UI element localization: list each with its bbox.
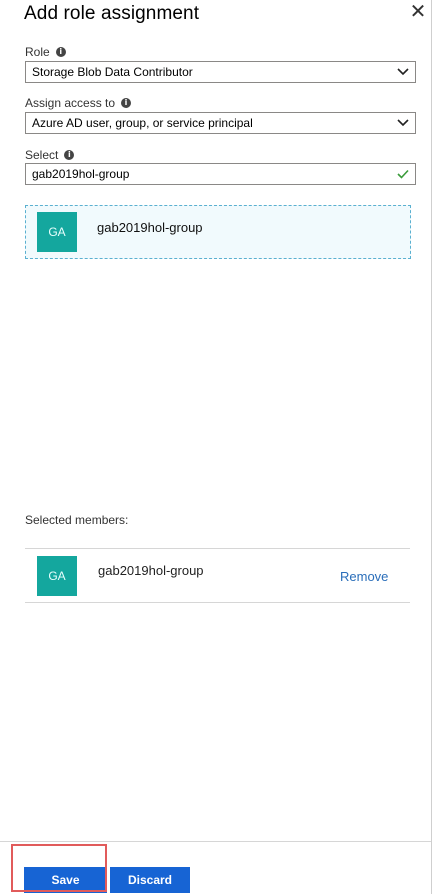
chevron-down-icon (397, 62, 409, 82)
select-input-value: gab2019hol-group (32, 167, 130, 181)
assign-access-label-group: Assign access to i (25, 96, 132, 110)
select-search-input[interactable]: gab2019hol-group (25, 163, 416, 185)
role-label-group: Role i (25, 45, 66, 59)
role-value: Storage Blob Data Contributor (32, 65, 193, 79)
role-label: Role (25, 45, 50, 59)
select-label: Select (25, 148, 59, 162)
close-icon[interactable]: ✕ (408, 2, 428, 23)
info-icon[interactable]: i (121, 98, 132, 108)
panel-title: Add role assignment (24, 3, 200, 24)
selected-member-name: gab2019hol-group (98, 563, 204, 578)
info-icon[interactable]: i (64, 150, 75, 160)
chevron-down-icon (397, 113, 409, 133)
assign-access-value: Azure AD user, group, or service princip… (32, 116, 253, 130)
role-dropdown[interactable]: Storage Blob Data Contributor (25, 61, 416, 83)
avatar: GA (37, 212, 77, 252)
selected-member-row: GA gab2019hol-group Remove (25, 548, 410, 603)
role-assignment-panel: Add role assignment ✕ Role i Storage Blo… (0, 0, 432, 894)
discard-button[interactable]: Discard (110, 867, 190, 893)
panel-header: Add role assignment ✕ (0, 0, 431, 30)
assign-access-label: Assign access to (25, 96, 116, 110)
info-icon[interactable]: i (55, 47, 66, 57)
checkmark-icon (397, 164, 409, 184)
search-result-name: gab2019hol-group (97, 220, 203, 235)
assign-access-dropdown[interactable]: Azure AD user, group, or service princip… (25, 112, 416, 134)
remove-member-link[interactable]: Remove (340, 569, 388, 584)
select-label-group: Select i (25, 148, 75, 162)
save-button[interactable]: Save (24, 867, 107, 893)
selected-members-label: Selected members: (25, 513, 129, 527)
footer-divider (0, 841, 431, 842)
search-result-item[interactable]: GA gab2019hol-group (25, 205, 411, 259)
avatar: GA (37, 556, 77, 596)
